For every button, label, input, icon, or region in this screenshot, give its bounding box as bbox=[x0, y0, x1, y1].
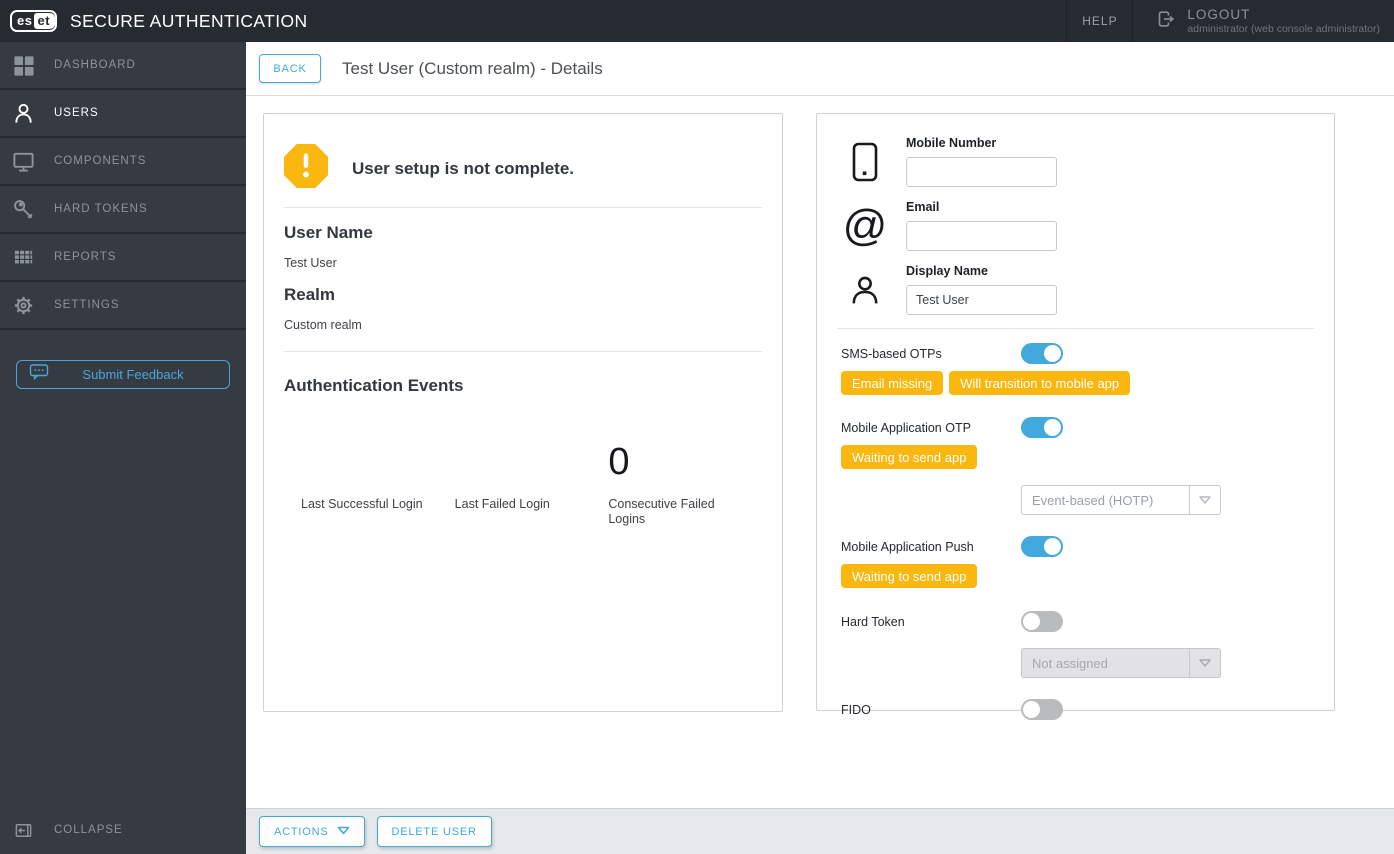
mobile-number-input[interactable] bbox=[906, 157, 1057, 187]
email-label: Email bbox=[906, 200, 940, 214]
hard-tokens-key-icon bbox=[11, 197, 35, 221]
stat-label: Consecutive Failed Logins bbox=[608, 497, 715, 526]
realm-label: Realm bbox=[284, 285, 336, 304]
feedback-label: Submit Feedback bbox=[82, 367, 184, 382]
auth-events-title: Authentication Events bbox=[284, 376, 464, 395]
page-title: Test User (Custom realm) - Details bbox=[342, 58, 603, 78]
sidebar-item-hard-tokens[interactable]: HARD TOKENS bbox=[0, 186, 246, 234]
warning-message: User setup is not complete. bbox=[352, 158, 574, 178]
mobile-otp-toggle[interactable] bbox=[1021, 417, 1063, 438]
settings-gear-icon bbox=[11, 293, 35, 317]
status-badge: Waiting to send app bbox=[841, 445, 978, 469]
display-name-input[interactable] bbox=[906, 285, 1057, 315]
sidebar-item-settings[interactable]: SETTINGS bbox=[0, 282, 246, 330]
users-person-icon bbox=[11, 101, 35, 125]
mobile-number-label: Mobile Number bbox=[906, 136, 997, 150]
stat-value: 0 bbox=[608, 441, 630, 483]
user-name-label: User Name bbox=[284, 223, 373, 242]
collapse-sidebar-button[interactable]: COLLAPSE bbox=[0, 806, 246, 854]
sidebar: DASHBOARD USERS COMPONENTS HARD TOKENS R… bbox=[0, 42, 246, 854]
user-summary-card: User setup is not complete. User Name Te… bbox=[263, 113, 783, 712]
hard-token-toggle[interactable] bbox=[1021, 611, 1063, 632]
sidebar-item-label: COMPONENTS bbox=[54, 155, 147, 167]
help-button[interactable]: HELP bbox=[1066, 0, 1134, 42]
sms-otp-toggle[interactable] bbox=[1021, 343, 1063, 364]
content-area: User setup is not complete. User Name Te… bbox=[246, 96, 1394, 808]
mobile-push-toggle[interactable] bbox=[1021, 536, 1063, 557]
stat-label: Last Failed Login bbox=[454, 497, 550, 511]
sidebar-item-reports[interactable]: REPORTS bbox=[0, 234, 246, 282]
stat-label: Last Successful Login bbox=[301, 497, 423, 511]
stat-last-successful-login: Last Successful Login bbox=[301, 424, 455, 527]
logout-label: LOGOUT bbox=[1187, 7, 1251, 22]
dashboard-grid-icon bbox=[11, 53, 35, 77]
components-monitor-icon bbox=[11, 149, 35, 173]
collapse-icon bbox=[11, 818, 35, 842]
hard-token-assignment-select: Not assigned bbox=[1021, 648, 1221, 678]
fido-toggle[interactable] bbox=[1021, 699, 1063, 720]
collapse-label: COLLAPSE bbox=[54, 824, 123, 836]
logout-button[interactable]: LOGOUT administrator (web console admini… bbox=[1133, 0, 1394, 42]
auth-events-stats: Last Successful Login Last Failed Login … bbox=[301, 424, 762, 527]
otp-type-value: Event-based (HOTP) bbox=[1032, 492, 1154, 508]
email-input[interactable] bbox=[906, 221, 1057, 251]
sidebar-item-label: DASHBOARD bbox=[54, 59, 136, 71]
sidebar-item-users[interactable]: USERS bbox=[0, 90, 246, 138]
app-window: es et SECURE AUTHENTICATION HELP LOGOUT … bbox=[0, 0, 1394, 854]
fido-label: FIDO bbox=[841, 702, 871, 717]
sidebar-item-components[interactable]: COMPONENTS bbox=[0, 138, 246, 186]
back-button[interactable]: BACK bbox=[259, 54, 321, 83]
person-icon bbox=[837, 264, 893, 315]
actions-button[interactable]: ACTIONS bbox=[259, 816, 365, 847]
stat-value bbox=[455, 424, 609, 484]
warning-octagon-icon bbox=[284, 144, 328, 193]
feedback-bubble-icon bbox=[29, 362, 49, 387]
chevron-down-icon bbox=[1189, 486, 1220, 514]
hard-token-assignment-value: Not assigned bbox=[1032, 655, 1108, 671]
sidebar-item-label: HARD TOKENS bbox=[54, 203, 148, 215]
page-header: BACK Test User (Custom realm) - Details bbox=[246, 42, 1394, 96]
sidebar-item-label: REPORTS bbox=[54, 251, 117, 263]
otp-type-select[interactable]: Event-based (HOTP) bbox=[1021, 485, 1221, 515]
submit-feedback-button[interactable]: Submit Feedback bbox=[16, 360, 230, 389]
hard-token-label: Hard Token bbox=[841, 614, 905, 629]
logged-in-user: administrator (web console administrator… bbox=[1187, 23, 1380, 35]
chevron-down-icon bbox=[337, 826, 350, 838]
realm-value: Custom realm bbox=[284, 318, 362, 332]
at-icon: @ bbox=[842, 200, 888, 250]
product-title: SECURE AUTHENTICATION bbox=[70, 10, 308, 31]
mobile-push-label: Mobile Application Push bbox=[841, 539, 974, 554]
footer-action-bar: ACTIONS DELETE USER bbox=[246, 808, 1394, 854]
stat-value bbox=[301, 424, 455, 484]
phone-icon bbox=[837, 136, 893, 187]
status-badge: Waiting to send app bbox=[841, 564, 978, 588]
sidebar-item-label: USERS bbox=[54, 107, 99, 119]
display-name-label: Display Name bbox=[906, 264, 988, 278]
logout-icon bbox=[1155, 8, 1177, 35]
delete-user-button[interactable]: DELETE USER bbox=[376, 816, 492, 847]
main-panel: BACK Test User (Custom realm) - Details … bbox=[246, 42, 1394, 854]
mobile-otp-label: Mobile Application OTP bbox=[841, 420, 971, 435]
status-badge: Email missing bbox=[841, 371, 944, 395]
sms-otp-label: SMS-based OTPs bbox=[841, 346, 942, 361]
stat-last-failed-login: Last Failed Login bbox=[455, 424, 609, 527]
top-bar: es et SECURE AUTHENTICATION HELP LOGOUT … bbox=[0, 0, 1394, 42]
status-badge: Will transition to mobile app bbox=[949, 371, 1131, 395]
eset-logo-text: es bbox=[17, 13, 33, 28]
sidebar-item-label: SETTINGS bbox=[54, 299, 120, 311]
chevron-down-icon bbox=[1189, 649, 1220, 677]
sidebar-item-dashboard[interactable]: DASHBOARD bbox=[0, 42, 246, 90]
user-detail-card: Mobile Number @ Email Display Name Test … bbox=[816, 113, 1335, 720]
eset-logo: es et bbox=[10, 10, 58, 32]
reports-table-icon bbox=[11, 245, 35, 269]
user-name-value: Test User bbox=[284, 256, 337, 270]
stat-consecutive-failed-logins: 0 Consecutive Failed Logins bbox=[608, 424, 762, 527]
